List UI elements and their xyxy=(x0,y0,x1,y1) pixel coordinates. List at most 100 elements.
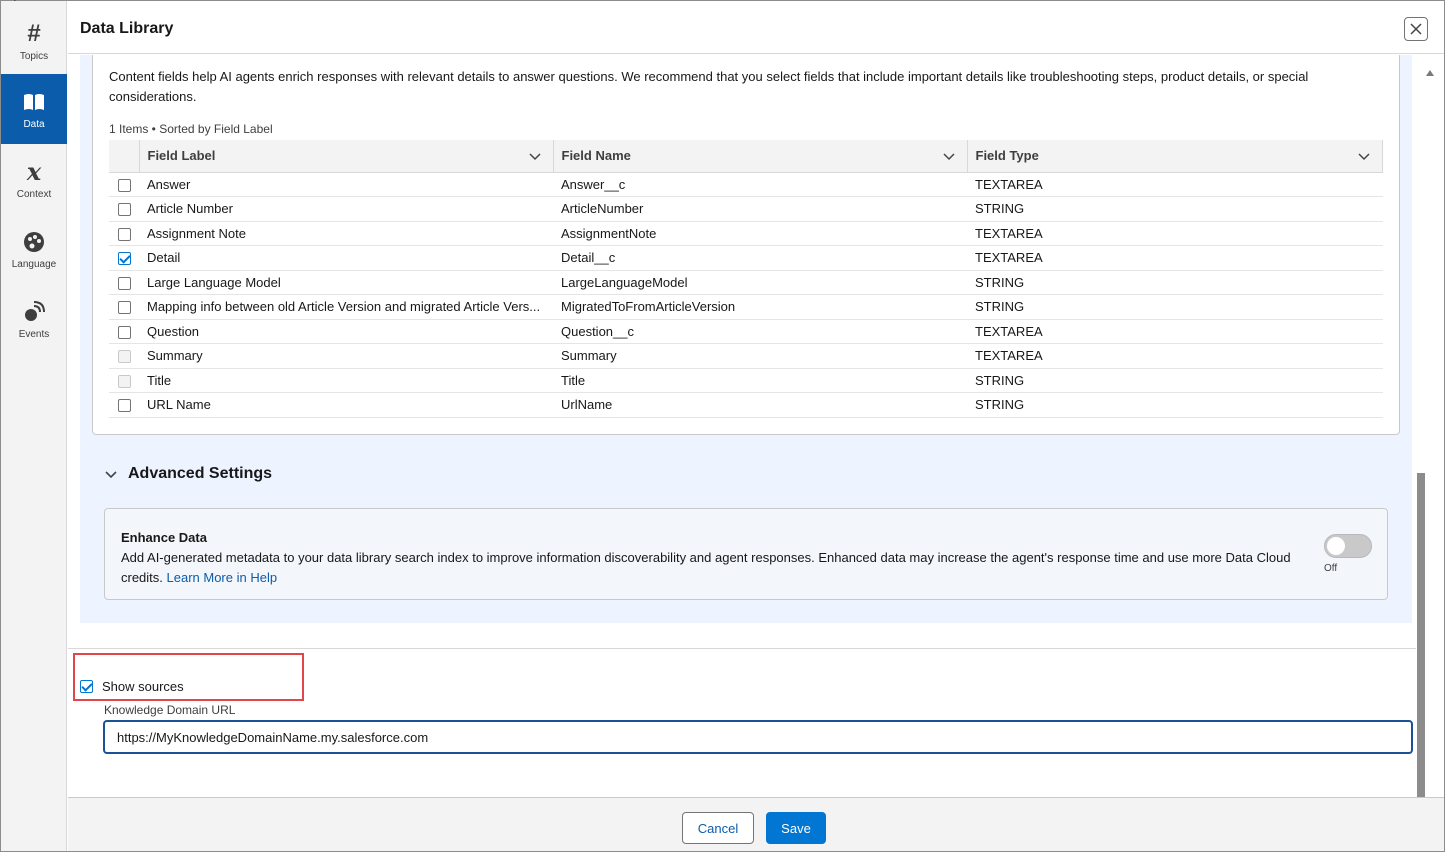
content-fields-card: Content fields help AI agents enrich res… xyxy=(92,55,1400,435)
enhance-data-title: Enhance Data xyxy=(121,530,207,545)
select-column-header xyxy=(109,140,140,173)
field-label-cell: Assignment Note xyxy=(139,221,553,246)
field-name-cell: Answer__c xyxy=(553,172,967,197)
enhance-data-toggle[interactable] xyxy=(1324,534,1372,558)
learn-more-link[interactable]: Learn More in Help xyxy=(167,570,278,585)
field-name-cell: Title xyxy=(553,368,967,393)
row-checkbox[interactable] xyxy=(118,203,131,217)
field-type-cell: STRING xyxy=(967,392,1383,418)
chevron-down-icon xyxy=(105,471,117,479)
table-row[interactable]: URL Name UrlName STRING xyxy=(109,392,1383,418)
table-row[interactable]: Large Language Model LargeLanguageModel ST… xyxy=(109,270,1383,295)
field-name-cell: AssignmentNote xyxy=(553,221,967,246)
enhance-data-description: Add AI-generated metadata to your data l… xyxy=(121,548,1301,588)
toggle-state-label: Off xyxy=(1324,563,1338,574)
table-row[interactable]: Detail Detail__c TEXTAREA xyxy=(109,245,1383,271)
row-checkbox xyxy=(118,350,131,364)
field-type-cell: TEXTAREA xyxy=(967,319,1383,344)
row-select-cell xyxy=(109,270,139,295)
row-checkbox[interactable] xyxy=(118,276,131,290)
row-checkbox[interactable] xyxy=(118,301,131,315)
table-row[interactable]: Mapping info between old Article Version… xyxy=(109,294,1383,320)
field-label-cell: Large Language Model xyxy=(139,270,553,295)
field-type-cell: STRING xyxy=(967,196,1383,222)
knowledge-domain-url-input[interactable] xyxy=(103,720,1413,754)
broadcast-icon xyxy=(21,299,47,325)
variable-icon: x xyxy=(26,156,42,186)
scrollbar-thumb[interactable] xyxy=(1417,473,1425,797)
field-type-cell: STRING xyxy=(967,270,1383,295)
rail-item-language[interactable]: Language xyxy=(1,214,67,284)
rail-item-context[interactable]: x Context xyxy=(1,144,67,214)
field-name-cell: LargeLanguageModel xyxy=(553,270,967,295)
save-button[interactable]: Save xyxy=(766,812,826,844)
row-select-cell xyxy=(109,221,139,246)
scroll-up-icon[interactable] xyxy=(1426,70,1434,76)
advanced-settings-title: Advanced Settings xyxy=(128,465,273,482)
row-checkbox[interactable] xyxy=(118,399,131,413)
field-type-cell: STRING xyxy=(967,294,1383,320)
row-select-cell xyxy=(109,245,139,271)
field-label-cell: URL Name xyxy=(139,392,553,418)
row-checkbox[interactable] xyxy=(118,227,131,241)
close-button[interactable] xyxy=(1404,17,1428,41)
fields-table: Field Label Field Name Field Type Answer… xyxy=(109,140,1383,418)
table-row[interactable]: Assignment Note AssignmentNote TEXTAREA xyxy=(109,221,1383,246)
row-select-cell xyxy=(109,172,139,197)
rail-item-label: Topics xyxy=(19,50,49,62)
advanced-settings-toggle[interactable]: Advanced Settings xyxy=(104,465,272,483)
column-header-field-name[interactable]: Field Name xyxy=(553,140,968,173)
table-row[interactable]: Summary Summary TEXTAREA xyxy=(109,343,1383,369)
table-row[interactable]: Article Number ArticleNumber STRING xyxy=(109,196,1383,222)
field-type-cell: TEXTAREA xyxy=(967,172,1383,197)
rail-item-data[interactable]: Data xyxy=(1,74,67,144)
enhance-data-text: Add AI-generated metadata to your data l… xyxy=(121,550,1291,585)
table-row[interactable]: Question Question__c TEXTAREA xyxy=(109,319,1383,344)
rail-item-label: Language xyxy=(11,258,57,270)
table-row[interactable]: Title Title STRING xyxy=(109,368,1383,393)
chevron-down-icon[interactable] xyxy=(942,150,955,162)
row-select-cell xyxy=(109,319,139,344)
left-rail: # Topics Data x Context Language Events xyxy=(1,1,67,851)
data-settings-panel: Content fields help AI agents enrich res… xyxy=(80,55,1412,623)
row-checkbox[interactable] xyxy=(118,178,131,192)
chevron-down-icon[interactable] xyxy=(1358,150,1370,162)
show-sources-label: Show sources xyxy=(102,679,184,694)
vertical-scrollbar[interactable] xyxy=(1416,55,1444,797)
close-icon xyxy=(1410,23,1422,35)
checkbox[interactable] xyxy=(80,680,93,693)
enhance-data-card: Enhance Data Add AI-generated metadata t… xyxy=(104,508,1388,600)
column-label: Field Name xyxy=(561,148,631,164)
rail-item-events[interactable]: Events xyxy=(1,284,67,354)
row-select-cell xyxy=(109,392,139,418)
row-checkbox[interactable] xyxy=(118,252,131,266)
field-name-cell: ArticleNumber xyxy=(553,196,967,222)
row-select-cell xyxy=(109,294,139,320)
modal-header: Data Library xyxy=(68,1,1444,54)
row-checkbox[interactable] xyxy=(118,325,131,339)
column-header-field-label[interactable]: Field Label xyxy=(139,140,554,173)
content-fields-description: Content fields help AI agents enrich res… xyxy=(109,69,1309,104)
rail-item-label: Data xyxy=(23,118,45,130)
column-header-field-type[interactable]: Field Type xyxy=(967,140,1383,173)
field-type-cell: TEXTAREA xyxy=(967,245,1383,271)
field-name-cell: Detail__c xyxy=(553,245,967,271)
rail-item-label: Context xyxy=(16,188,52,200)
cancel-button[interactable]: Cancel xyxy=(682,812,754,844)
field-label-cell: Question xyxy=(139,319,553,344)
table-row[interactable]: Answer Answer__c TEXTAREA xyxy=(109,172,1383,197)
divider xyxy=(68,648,1416,649)
knowledge-domain-url-label: Knowledge Domain URL xyxy=(104,703,236,717)
row-select-cell xyxy=(109,368,139,393)
book-icon xyxy=(21,89,47,115)
show-sources-checkbox[interactable]: Show sources xyxy=(80,679,184,694)
rail-item-topics[interactable]: # Topics xyxy=(1,6,67,76)
field-label-cell: Detail xyxy=(139,245,553,271)
field-type-cell: TEXTAREA xyxy=(967,221,1383,246)
chevron-down-icon[interactable] xyxy=(528,150,541,162)
list-meta: 1 Items • Sorted by Field Label xyxy=(109,122,273,136)
column-label: Field Type xyxy=(975,148,1039,164)
field-name-cell: UrlName xyxy=(553,392,967,418)
field-name-cell: Question__c xyxy=(553,319,967,344)
row-select-cell xyxy=(109,343,139,369)
